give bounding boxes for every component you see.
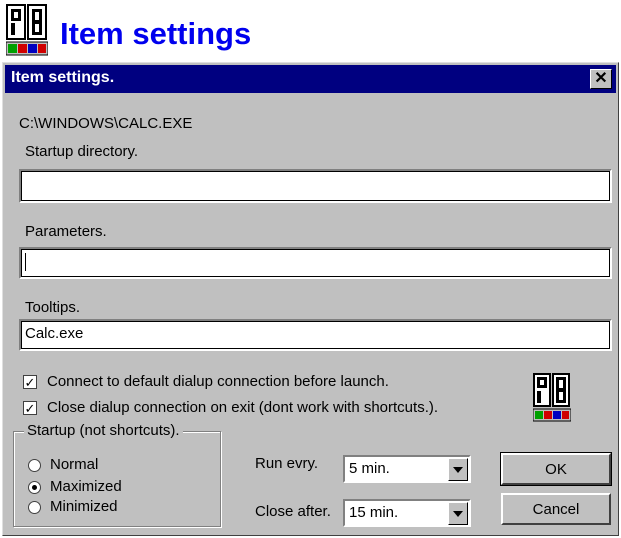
parameters-input[interactable] — [19, 247, 612, 279]
dialog-title: Item settings. — [11, 69, 115, 86]
connect-dialup-checkbox[interactable]: ✓ — [23, 375, 37, 389]
close-after-label: Close after. — [255, 503, 331, 520]
tooltips-label: Tooltips. — [25, 299, 81, 316]
page-title: Item settings — [60, 16, 252, 51]
page-header: Item settings — [2, 0, 402, 62]
radio-maximized[interactable] — [28, 481, 41, 494]
chevron-down-icon — [453, 510, 463, 517]
dialog-titlebar[interactable]: Item settings. ✕ — [5, 65, 616, 93]
startup-group-legend: Startup (not shortcuts). — [24, 422, 183, 439]
radio-normal-label: Normal — [50, 456, 99, 473]
radio-normal[interactable] — [28, 459, 41, 472]
parameters-label: Parameters. — [25, 223, 107, 240]
startup-directory-label: Startup directory. — [25, 143, 139, 160]
run-every-select[interactable]: 5 min. — [343, 455, 471, 483]
close-after-value: 15 min. — [349, 504, 399, 521]
radio-minimized[interactable] — [28, 501, 41, 514]
cancel-button[interactable]: Cancel — [501, 493, 611, 525]
run-every-value: 5 min. — [349, 460, 390, 477]
radio-minimized-label: Minimized — [50, 498, 118, 515]
radio-selected-dot — [32, 485, 37, 490]
chevron-down-icon — [453, 466, 463, 473]
radio-maximized-label: Maximized — [50, 478, 122, 495]
close-dialup-checkbox[interactable]: ✓ — [23, 401, 37, 415]
close-button[interactable]: ✕ — [590, 69, 612, 89]
startup-groupbox: Startup (not shortcuts). Normal Maximize… — [13, 422, 221, 527]
run-every-dropdown-button[interactable] — [448, 458, 468, 481]
startup-directory-input[interactable] — [19, 169, 612, 203]
close-after-dropdown-button[interactable] — [448, 502, 468, 525]
pb-logo-icon — [6, 4, 48, 56]
close-after-select[interactable]: 15 min. — [343, 499, 471, 527]
file-path: C:\WINDOWS\CALC.EXE — [19, 115, 193, 132]
tooltips-input[interactable]: Calc.exe — [19, 319, 612, 351]
close-icon: ✕ — [594, 70, 608, 87]
text-caret — [25, 253, 26, 272]
pb-logo-icon — [533, 373, 571, 422]
run-every-label: Run evry. — [255, 455, 319, 472]
ok-button[interactable]: OK — [500, 452, 612, 486]
item-settings-dialog: Item settings. ✕ C:\WINDOWS\CALC.EXE Sta… — [2, 62, 619, 536]
close-dialup-label: Close dialup connection on exit (dont wo… — [47, 399, 439, 416]
connect-dialup-label: Connect to default dialup connection bef… — [47, 373, 389, 390]
